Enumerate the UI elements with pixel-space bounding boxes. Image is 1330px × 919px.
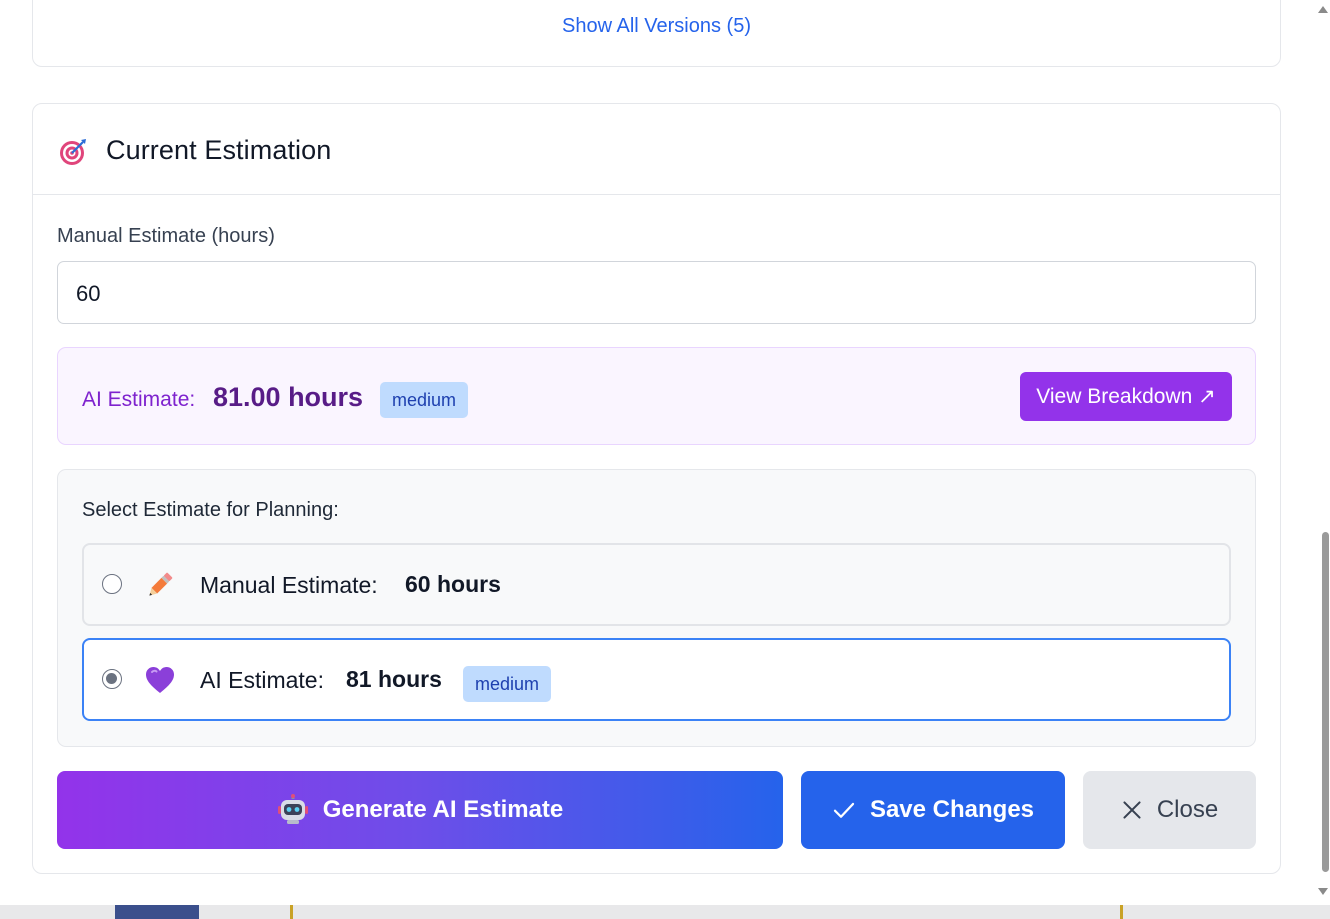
background-page-strip [0,905,1330,919]
select-estimate-label: Select Estimate for Planning: [82,499,339,521]
generate-label: Generate AI Estimate [322,796,564,823]
generate-ai-estimate-button[interactable]: Generate AI Estimate [57,771,783,849]
manual-option-label: Manual Estimate: [200,572,378,598]
pencil-icon [149,572,173,596]
scroll-up-arrow-icon[interactable] [1318,6,1328,13]
scroll-thumb[interactable] [1322,532,1329,872]
ai-estimate-option[interactable]: AI Estimate: 81 hours medium [82,638,1231,721]
target-icon [60,139,86,165]
ai-estimate-box: AI Estimate: 81.00 hours medium View Bre… [57,347,1256,445]
confidence-badge: medium [380,382,469,418]
manual-estimate-label: Manual Estimate (hours) [57,225,275,247]
estimation-title: Current Estimation [106,135,332,165]
ai-estimate-radio[interactable] [102,669,122,689]
estimate-selection-box: Select Estimate for Planning: Manual Est… [57,469,1256,747]
close-icon [1123,801,1141,819]
ai-option-confidence-badge: medium [463,666,552,702]
close-button[interactable]: Close [1083,771,1256,849]
ai-estimate-label: AI Estimate: [82,388,196,411]
view-breakdown-button[interactable]: View Breakdown ↗ [1020,372,1232,421]
background-divider [290,905,293,919]
purple-heart-icon [146,667,174,693]
save-label: Save Changes [869,796,1035,823]
close-label: Close [1156,796,1219,823]
save-changes-button[interactable]: Save Changes [801,771,1065,849]
ai-estimate-value: 81.00 hours [213,382,364,412]
background-block [115,905,199,919]
show-all-versions-link[interactable]: Show All Versions (5) [33,15,1280,38]
current-estimation-card: Current Estimation Manual Estimate (hour… [32,103,1281,874]
manual-option-value: 60 hours [405,571,501,597]
estimation-modal: Show All Versions (5) Current Estimation… [0,0,1314,911]
ai-option-value: 81 hours [346,666,442,692]
robot-icon [277,794,308,824]
estimation-header: Current Estimation [33,104,1280,195]
background-divider [1120,905,1123,919]
scrollbar[interactable] [1314,0,1330,905]
manual-estimate-option[interactable]: Manual Estimate: 60 hours [82,543,1231,626]
scroll-down-arrow-icon[interactable] [1318,888,1328,895]
manual-estimate-radio[interactable] [102,574,122,594]
ai-option-label: AI Estimate: [200,667,324,693]
manual-estimate-input[interactable]: 60 [57,261,1256,324]
versions-card: Show All Versions (5) [32,0,1281,67]
checkmark-icon [833,802,855,818]
